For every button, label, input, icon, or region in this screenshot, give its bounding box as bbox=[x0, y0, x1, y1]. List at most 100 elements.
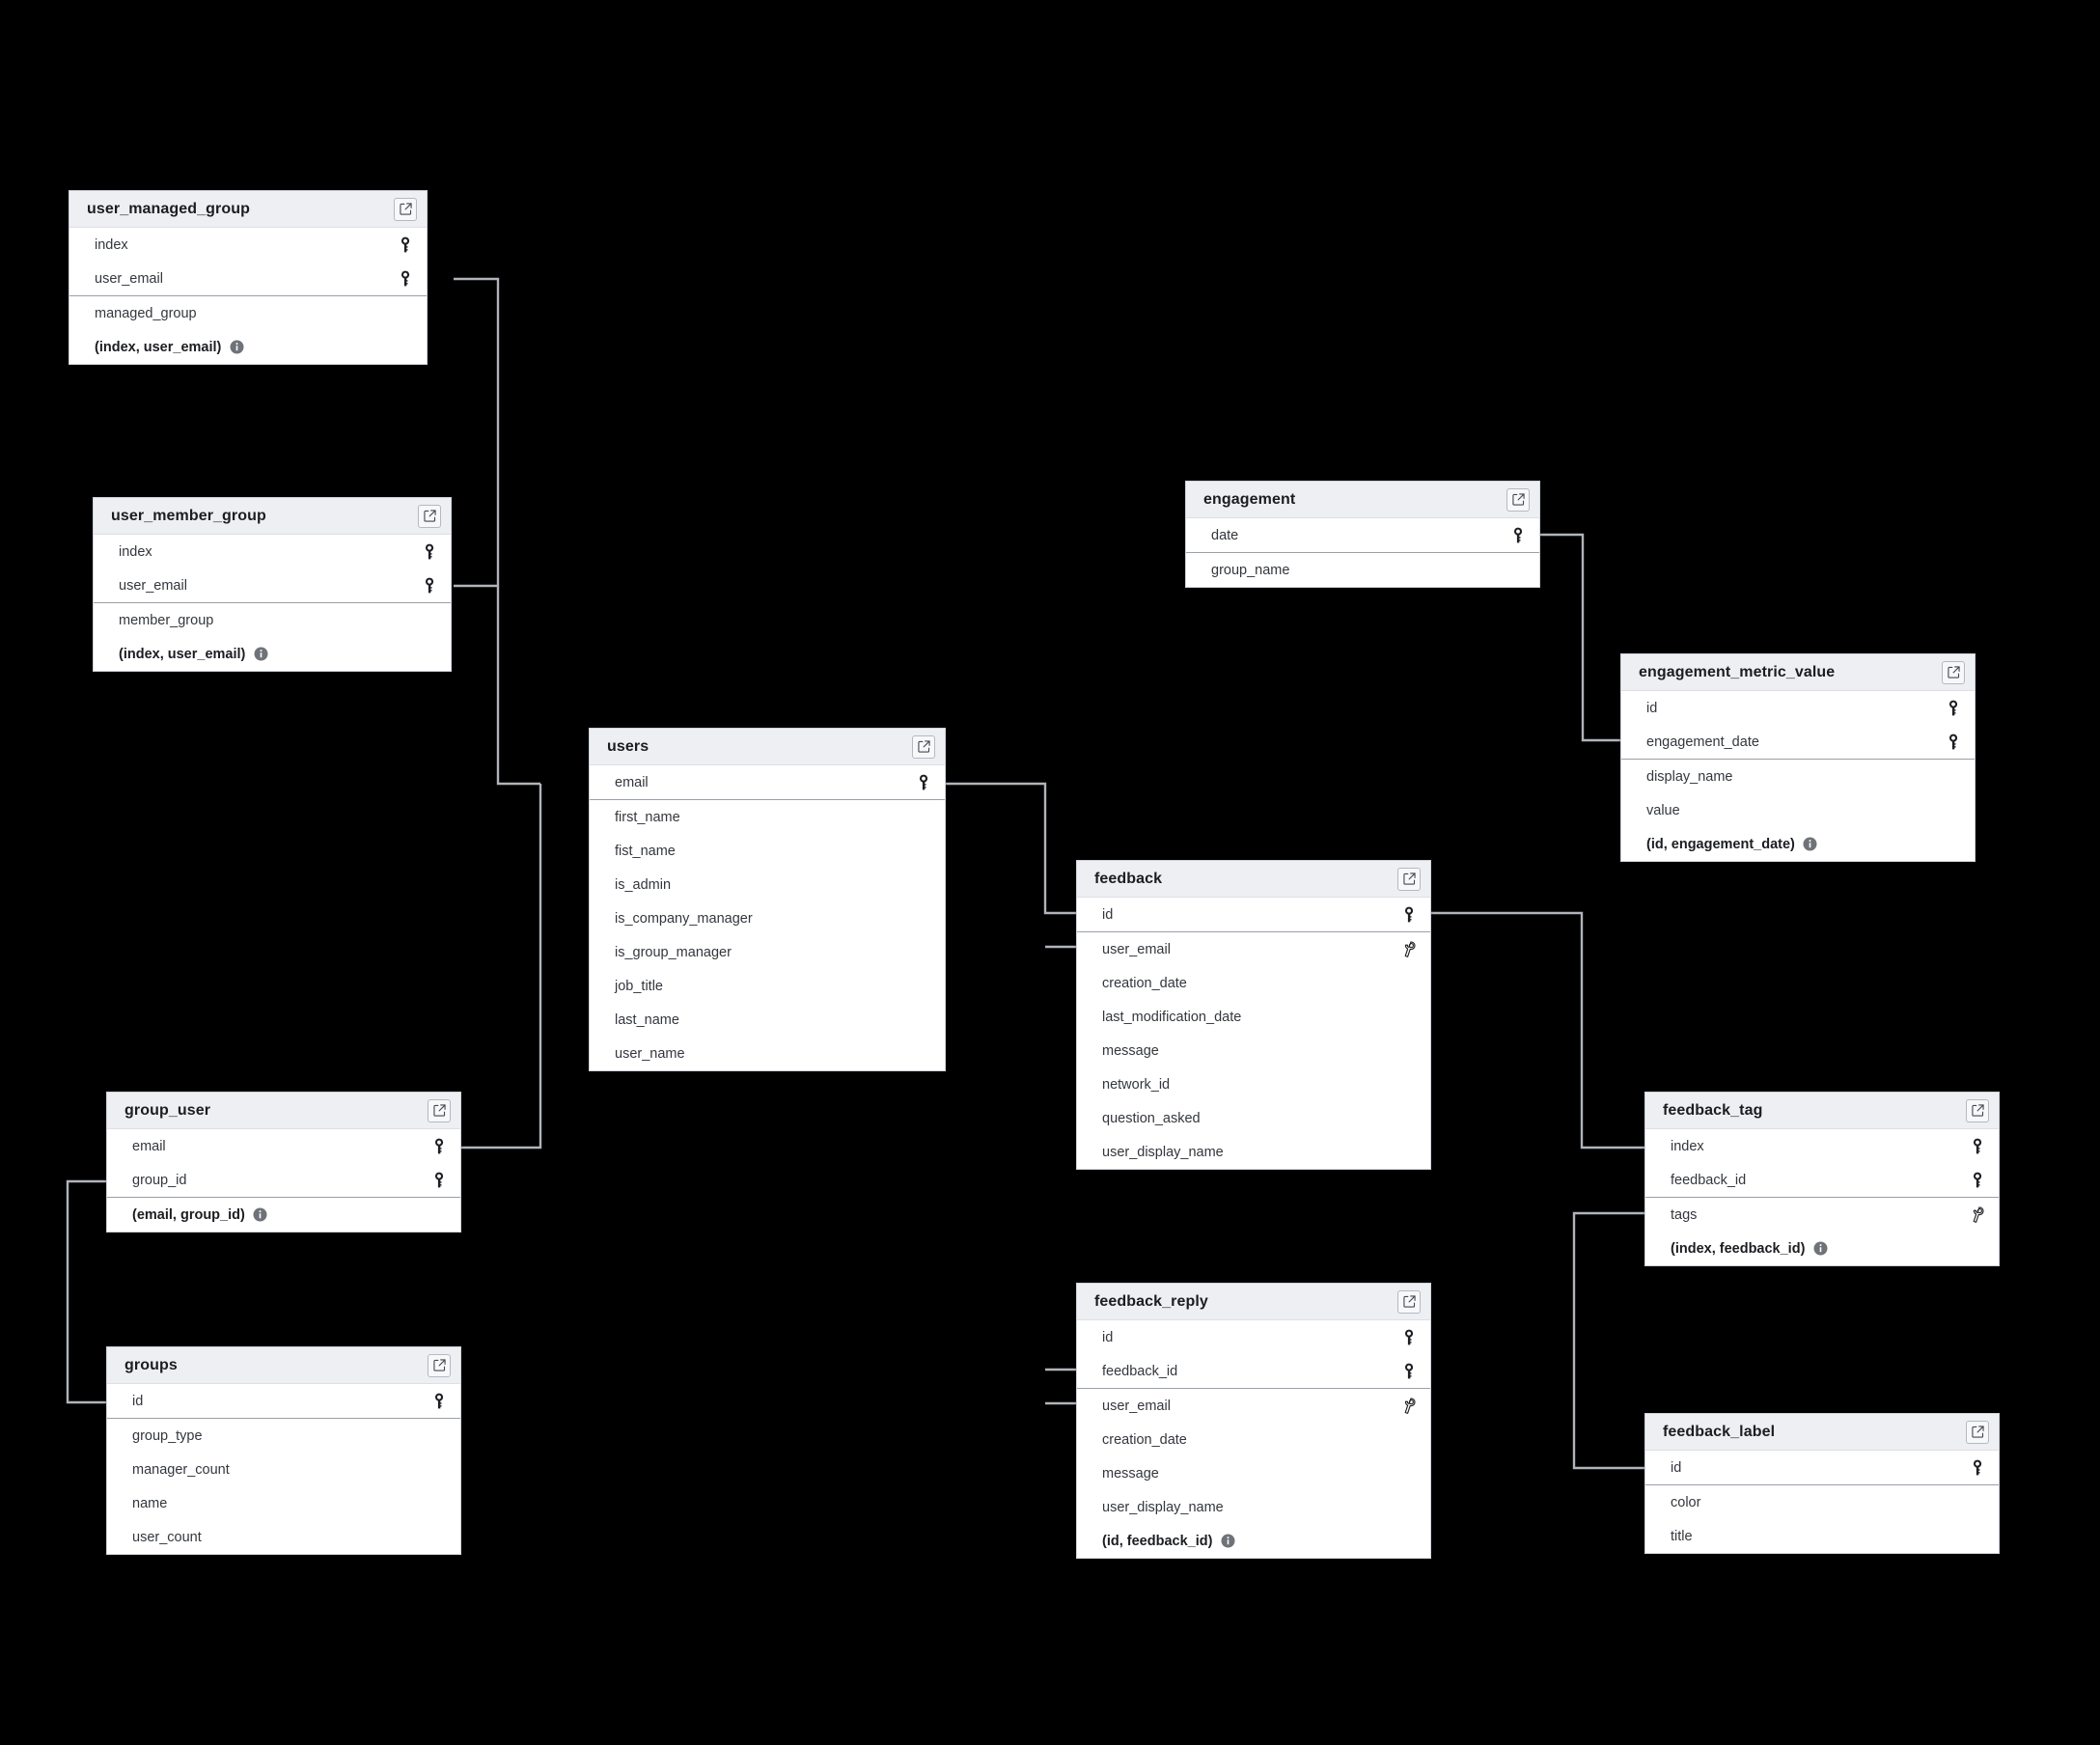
info-icon[interactable] bbox=[253, 1206, 268, 1224]
field-row[interactable]: color bbox=[1645, 1485, 1999, 1519]
primary-key-icon[interactable] bbox=[1401, 1363, 1417, 1380]
field-row[interactable]: user_email bbox=[1077, 932, 1430, 966]
composite-key-row[interactable]: (id, engagement_date) bbox=[1621, 827, 1975, 861]
table-node-feedback[interactable]: feedback id user_email creation_date last_mo… bbox=[1076, 860, 1431, 1170]
field-row[interactable]: display_name bbox=[1621, 760, 1975, 793]
primary-key-icon[interactable] bbox=[431, 1393, 447, 1410]
field-row[interactable]: group_name bbox=[1186, 553, 1539, 587]
field-row[interactable]: id bbox=[1645, 1451, 1999, 1484]
primary-key-icon[interactable] bbox=[431, 1138, 447, 1155]
table-header[interactable]: feedback_tag bbox=[1645, 1093, 1999, 1129]
info-icon[interactable] bbox=[1803, 836, 1818, 853]
field-row[interactable]: date bbox=[1186, 518, 1539, 552]
field-row[interactable]: creation_date bbox=[1077, 966, 1430, 1000]
info-icon[interactable] bbox=[229, 339, 244, 356]
table-node-users[interactable]: users email first_name fist_name is_admin is_… bbox=[589, 728, 946, 1071]
table-header[interactable]: users bbox=[590, 729, 945, 765]
table-node-engagement[interactable]: engagement date group_name bbox=[1185, 481, 1540, 588]
field-row[interactable]: question_asked bbox=[1077, 1101, 1430, 1135]
field-row[interactable]: user_display_name bbox=[1077, 1490, 1430, 1524]
field-row[interactable]: member_group bbox=[94, 603, 451, 637]
field-row[interactable]: user_email bbox=[1077, 1389, 1430, 1423]
table-header[interactable]: feedback_reply bbox=[1077, 1284, 1430, 1320]
field-row[interactable]: id bbox=[1077, 1320, 1430, 1354]
field-row[interactable]: manager_count bbox=[107, 1453, 460, 1486]
table-header[interactable]: user_managed_group bbox=[69, 191, 427, 228]
field-row[interactable]: is_company_manager bbox=[590, 901, 945, 935]
foreign-key-icon[interactable] bbox=[1401, 941, 1417, 958]
field-row[interactable]: feedback_id bbox=[1077, 1354, 1430, 1388]
primary-key-icon[interactable] bbox=[398, 236, 413, 254]
primary-key-icon[interactable] bbox=[1946, 734, 1961, 751]
table-header[interactable]: user_member_group bbox=[94, 498, 451, 535]
primary-key-icon[interactable] bbox=[1401, 906, 1417, 924]
composite-key-row[interactable]: (email, group_id) bbox=[107, 1198, 460, 1232]
field-row[interactable]: value bbox=[1621, 793, 1975, 827]
field-row[interactable]: fist_name bbox=[590, 834, 945, 868]
table-header[interactable]: engagement bbox=[1186, 482, 1539, 518]
primary-key-icon[interactable] bbox=[1970, 1138, 1985, 1155]
field-row[interactable]: email bbox=[107, 1129, 460, 1163]
external-link-icon[interactable] bbox=[428, 1098, 451, 1122]
field-row[interactable]: index bbox=[69, 228, 427, 262]
field-row[interactable]: network_id bbox=[1077, 1067, 1430, 1101]
field-row[interactable]: id bbox=[1621, 691, 1975, 725]
primary-key-icon[interactable] bbox=[422, 577, 437, 595]
foreign-key-icon[interactable] bbox=[1401, 1398, 1417, 1415]
composite-key-row[interactable]: (index, user_email) bbox=[94, 637, 451, 671]
primary-key-icon[interactable] bbox=[398, 270, 413, 288]
info-icon[interactable] bbox=[1220, 1533, 1235, 1550]
field-row[interactable]: group_id bbox=[107, 1163, 460, 1197]
table-node-user_managed_group[interactable]: user_managed_group index user_email managed… bbox=[69, 190, 428, 365]
field-row[interactable]: creation_date bbox=[1077, 1423, 1430, 1456]
table-node-groups[interactable]: groups id group_type manager_count name user_… bbox=[106, 1346, 461, 1555]
external-link-icon[interactable] bbox=[912, 734, 935, 759]
table-header[interactable]: engagement_metric_value bbox=[1621, 654, 1975, 691]
table-node-feedback_label[interactable]: feedback_label id color title bbox=[1644, 1413, 2000, 1554]
field-row[interactable]: index bbox=[1645, 1129, 1999, 1163]
field-row[interactable]: first_name bbox=[590, 800, 945, 834]
composite-key-row[interactable]: (index, feedback_id) bbox=[1645, 1232, 1999, 1265]
field-row[interactable]: user_email bbox=[69, 262, 427, 295]
field-row[interactable]: index bbox=[94, 535, 451, 568]
composite-key-row[interactable]: (id, feedback_id) bbox=[1077, 1524, 1430, 1558]
external-link-icon[interactable] bbox=[1506, 487, 1530, 512]
field-row[interactable]: job_title bbox=[590, 969, 945, 1003]
primary-key-icon[interactable] bbox=[916, 774, 931, 791]
field-row[interactable]: id bbox=[107, 1384, 460, 1418]
external-link-icon[interactable] bbox=[418, 504, 441, 528]
composite-key-row[interactable]: (index, user_email) bbox=[69, 330, 427, 364]
primary-key-icon[interactable] bbox=[422, 543, 437, 561]
table-node-engagement_metric_value[interactable]: engagement_metric_value id engagement_date… bbox=[1620, 653, 1976, 862]
external-link-icon[interactable] bbox=[1397, 867, 1421, 891]
external-link-icon[interactable] bbox=[1942, 660, 1965, 684]
table-node-feedback_tag[interactable]: feedback_tag index feedback_id tags (index, … bbox=[1644, 1092, 2000, 1266]
primary-key-icon[interactable] bbox=[1401, 1329, 1417, 1346]
field-row[interactable]: engagement_date bbox=[1621, 725, 1975, 759]
field-row[interactable]: is_admin bbox=[590, 868, 945, 901]
table-header[interactable]: group_user bbox=[107, 1093, 460, 1129]
primary-key-icon[interactable] bbox=[1510, 527, 1526, 544]
field-row[interactable]: name bbox=[107, 1486, 460, 1520]
field-row[interactable]: user_count bbox=[107, 1520, 460, 1554]
external-link-icon[interactable] bbox=[1966, 1098, 1989, 1122]
external-link-icon[interactable] bbox=[394, 197, 417, 221]
table-header[interactable]: feedback_label bbox=[1645, 1414, 1999, 1451]
foreign-key-icon[interactable] bbox=[1970, 1206, 1985, 1224]
field-row[interactable]: email bbox=[590, 765, 945, 799]
table-header[interactable]: feedback bbox=[1077, 861, 1430, 898]
field-row[interactable]: message bbox=[1077, 1456, 1430, 1490]
table-header[interactable]: groups bbox=[107, 1347, 460, 1384]
field-row[interactable]: id bbox=[1077, 898, 1430, 931]
field-row[interactable]: is_group_manager bbox=[590, 935, 945, 969]
table-node-user_member_group[interactable]: user_member_group index user_email member_g… bbox=[93, 497, 452, 672]
field-row[interactable]: user_name bbox=[590, 1037, 945, 1070]
field-row[interactable]: last_modification_date bbox=[1077, 1000, 1430, 1034]
field-row[interactable]: message bbox=[1077, 1034, 1430, 1067]
info-icon[interactable] bbox=[253, 646, 268, 663]
external-link-icon[interactable] bbox=[1966, 1420, 1989, 1444]
field-row[interactable]: last_name bbox=[590, 1003, 945, 1037]
info-icon[interactable] bbox=[1812, 1240, 1828, 1258]
external-link-icon[interactable] bbox=[428, 1353, 451, 1377]
primary-key-icon[interactable] bbox=[1946, 700, 1961, 717]
